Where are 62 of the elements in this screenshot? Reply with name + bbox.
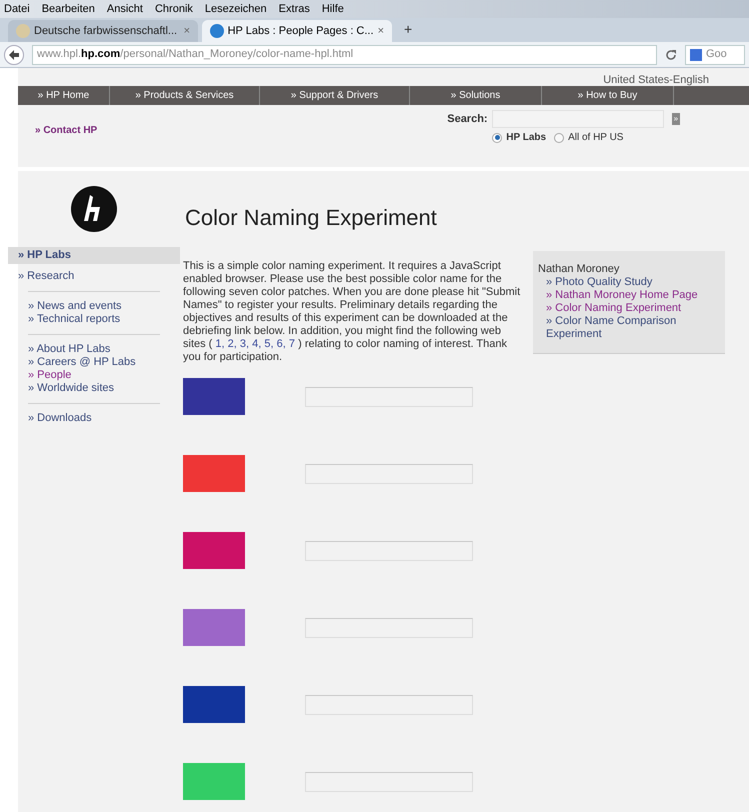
locale-label[interactable]: United States-English	[603, 75, 709, 86]
related-link[interactable]: » Nathan Moroney Home Page	[538, 289, 720, 302]
color-name-field[interactable]	[305, 386, 473, 406]
sidebar-link[interactable]: » About HP Labs	[28, 343, 160, 356]
related-heading: Nathan Moroney	[538, 263, 620, 276]
site-link[interactable]: 3,	[240, 338, 250, 350]
radio-button[interactable]	[554, 132, 564, 142]
nav-link[interactable]: » Support & Drivers	[260, 86, 410, 105]
search-button[interactable]: »	[672, 113, 680, 125]
related-link[interactable]: » Color Name Comparison Experiment	[538, 315, 720, 341]
color-name-field[interactable]	[305, 464, 473, 484]
color-name-field[interactable]	[305, 772, 473, 792]
search-label: Search:	[447, 112, 488, 127]
sidebar-link[interactable]: » Research	[18, 270, 170, 283]
nav-link[interactable]: » HP Home	[18, 86, 110, 105]
site-link[interactable]: 7	[288, 338, 296, 350]
browser-tab[interactable]: HP Labs : People Pages : C... ×	[202, 20, 392, 42]
sidebar-link[interactable]: » People	[28, 369, 160, 382]
site-link[interactable]: 1,	[215, 338, 225, 350]
site-link[interactable]: 4,	[252, 338, 262, 350]
browser-tab[interactable]: Deutsche farbwissenschaftl... ×	[8, 20, 198, 42]
menu-item[interactable]: Extras	[278, 0, 310, 18]
menu-item[interactable]: Ansicht	[106, 0, 143, 18]
sidebar-link[interactable]: » Worldwide sites	[28, 382, 160, 395]
tab-title: Deutsche farbwissenschaftl...	[34, 24, 178, 39]
color-name-field[interactable]	[305, 694, 473, 714]
menu-item[interactable]: Bearbeiten	[42, 0, 95, 18]
nav-link[interactable]: » Solutions	[410, 86, 542, 105]
back-button[interactable]	[4, 44, 24, 64]
site-link[interactable]: 2,	[228, 338, 237, 350]
menu-item[interactable]: Hilfe	[322, 0, 344, 18]
site-link[interactable]: 5,	[264, 338, 274, 350]
color-name-field[interactable]	[305, 618, 473, 638]
address-field[interactable]: www.hpl.hp.com/personal/Nathan_Moroney/color-name-hpl.html	[32, 44, 657, 64]
menu-item[interactable]: Lesezeichen	[204, 0, 267, 18]
sidebar-link[interactable]: » News and events	[28, 300, 160, 313]
logo-icon	[70, 185, 118, 233]
menu-item[interactable]: Datei	[4, 0, 30, 18]
sidebar-link[interactable]: » HP Labs	[8, 247, 180, 264]
back-arrow-icon	[8, 48, 20, 60]
reload-icon[interactable]	[665, 48, 677, 60]
tab-title: HP Labs : People Pages : C...	[228, 24, 374, 39]
radio-label: HP Labs	[506, 131, 546, 145]
contact-link[interactable]: » Contact HP	[35, 123, 98, 138]
page-title: Color Naming Experiment	[185, 204, 438, 232]
radio-button[interactable]	[492, 132, 502, 142]
favicon-icon	[16, 24, 30, 38]
close-icon[interactable]: ×	[378, 22, 384, 40]
search-engine-field[interactable]: Goo	[685, 44, 745, 64]
sidebar-link[interactable]: » Careers @ HP Labs	[28, 356, 160, 369]
sidebar-link[interactable]: » Downloads	[28, 412, 160, 425]
site-link[interactable]: 6,	[276, 338, 286, 350]
color-name-field[interactable]	[305, 540, 473, 560]
related-link[interactable]: » Photo Quality Study	[538, 276, 720, 289]
nav-link[interactable]: » Products & Services	[110, 86, 260, 105]
intro-paragraph: This is a simple color naming experiment. It requires a JavaScript enabled browser. Please use the best possible color name for the following seven color patches. When you are done please hit "Submit Names" to register your results. Preliminary details regarding the objectives and results of this experiment can be downloaded at the debriefing link below. In addition, you might find the following web sites ( 1, 2, 3, 4, 5, 6, 7 ) relating to color naming of interest. Thank you for participation.	[183, 260, 522, 364]
sidebar-link[interactable]: » Technical reports	[28, 313, 160, 326]
menu-item[interactable]: Chronik	[154, 0, 193, 18]
new-tab-button[interactable]: +	[396, 19, 420, 40]
radio-label: All of HP US	[568, 131, 624, 145]
related-link[interactable]: » Color Naming Experiment	[538, 302, 720, 315]
nav-link[interactable]: » How to Buy	[542, 86, 674, 105]
